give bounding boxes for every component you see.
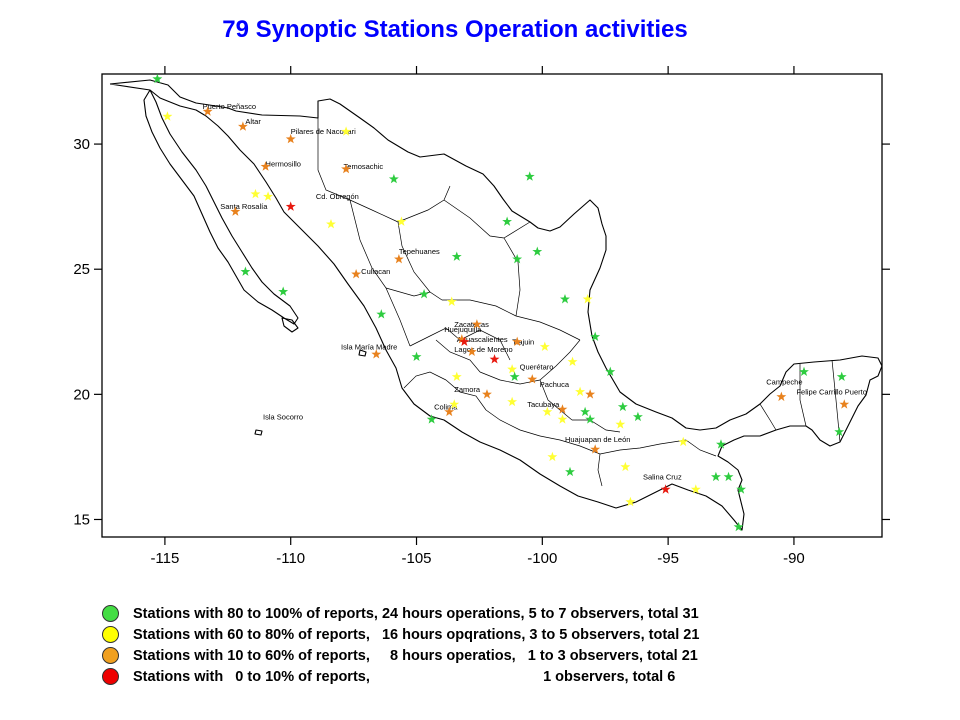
- x-tick-label: -105: [402, 550, 432, 567]
- y-tick-label: 25: [73, 261, 90, 278]
- station-star-orange-icon: [482, 389, 492, 399]
- station-star-yellow-icon: [396, 216, 407, 226]
- y-tick-label: 30: [73, 136, 90, 153]
- station-star-green-icon: [723, 471, 734, 482]
- x-tick-label: -90: [783, 550, 805, 567]
- place-label: Altar: [245, 117, 261, 126]
- station-star-green-icon: [633, 411, 643, 422]
- place-label: Pachuca: [540, 380, 570, 389]
- station-star-green-icon: [711, 471, 721, 482]
- station-star-green-icon: [836, 371, 847, 381]
- y-axis-tick-labels: 30 25 20 15: [73, 136, 90, 528]
- place-label: Lagos de Moreno: [454, 345, 512, 354]
- station-star-green-icon: [509, 371, 520, 381]
- station-star-yellow-icon: [615, 419, 626, 429]
- place-label: Culiacan: [361, 267, 390, 276]
- place-label: Temosachic: [344, 162, 384, 171]
- place-label: Tacubaya: [527, 400, 560, 409]
- station-star-green-icon: [426, 414, 437, 424]
- y-tick-label: 20: [73, 386, 90, 403]
- station-star-yellow-icon: [575, 386, 585, 397]
- station-star-green-icon: [560, 294, 570, 304]
- station-star-red-icon: [285, 201, 296, 211]
- station-star-green-icon: [388, 173, 399, 184]
- legend: Stations with 80 to 100% of reports, 24 …: [102, 603, 699, 687]
- station-star-green-icon: [512, 254, 523, 264]
- station-star-yellow-icon: [446, 296, 457, 306]
- place-label: Campeche: [766, 377, 802, 386]
- place-label: Santa Rosalía: [220, 202, 268, 211]
- legend-label: Stations with 60 to 80% of reports, 16 h…: [133, 626, 700, 643]
- station-star-green-icon: [278, 286, 289, 296]
- legend-item-red: Stations with 0 to 10% of reports, 1 obs…: [102, 666, 699, 687]
- state-boundaries: [317, 118, 841, 487]
- legend-item-orange: Stations with 10 to 60% of reports, 8 ho…: [102, 645, 699, 666]
- x-tick-label: -110: [276, 550, 305, 567]
- mexico-outline: [109, 79, 883, 531]
- station-star-green-icon: [376, 309, 387, 319]
- station-star-green-icon: [565, 466, 575, 477]
- place-label: Huajuapan de León: [565, 435, 630, 444]
- station-star-orange-icon: [839, 399, 850, 409]
- place-label: Isla María Madre: [341, 342, 397, 351]
- x-tick-label: -100: [527, 550, 557, 567]
- axis-ticks: [94, 66, 890, 545]
- station-star-green-icon: [451, 251, 462, 261]
- station-star-red-icon: [489, 354, 500, 364]
- place-label: Isla Socorro: [263, 412, 303, 421]
- station-star-yellow-icon: [507, 364, 518, 374]
- station-star-yellow-icon: [582, 294, 593, 304]
- station-star-yellow-icon: [326, 219, 336, 229]
- legend-red-dot-icon: [102, 668, 119, 685]
- station-star-yellow-icon: [451, 371, 462, 381]
- legend-orange-dot-icon: [102, 647, 119, 664]
- place-label: Puerto Peñasco: [203, 102, 256, 111]
- station-star-green-icon: [532, 246, 543, 256]
- station-star-green-icon: [524, 171, 535, 181]
- station-star-yellow-icon: [567, 356, 578, 366]
- station-star-yellow-icon: [263, 191, 273, 201]
- station-star-orange-icon: [585, 389, 596, 399]
- station-star-yellow-icon: [620, 461, 631, 472]
- x-tick-label: -95: [657, 550, 679, 567]
- legend-label: Stations with 10 to 60% of reports, 8 ho…: [133, 647, 698, 664]
- place-label: Salina Cruz: [643, 472, 682, 481]
- station-star-orange-icon: [351, 269, 362, 279]
- station-star-yellow-icon: [557, 414, 568, 424]
- place-label: Zamora: [454, 385, 481, 394]
- station-star-green-icon: [502, 216, 512, 226]
- station-star-green-icon: [736, 484, 746, 494]
- legend-item-green: Stations with 80 to 100% of reports, 24 …: [102, 603, 699, 624]
- x-axis-tick-labels: -115 -110 -105 -100 -95 -90: [150, 550, 804, 567]
- station-markers: [152, 73, 850, 532]
- station-star-yellow-icon: [162, 111, 173, 121]
- station-star-green-icon: [419, 289, 429, 299]
- map-frame: [101, 73, 883, 538]
- station-star-yellow-icon: [547, 451, 558, 462]
- place-label: Querétaro: [520, 362, 554, 371]
- station-star-yellow-icon: [539, 341, 550, 351]
- legend-label: Stations with 0 to 10% of reports, 1 obs…: [133, 668, 676, 685]
- station-star-yellow-icon: [507, 396, 518, 407]
- place-label: Cd. Obregón: [316, 192, 359, 201]
- station-star-green-icon: [799, 366, 809, 376]
- legend-green-dot-icon: [102, 605, 119, 622]
- station-star-green-icon: [580, 406, 590, 417]
- y-tick-label: 15: [73, 511, 90, 528]
- place-labels: Puerto PeñascoAltarPilares de NacozariHe…: [203, 102, 867, 481]
- station-star-green-icon: [411, 351, 422, 361]
- station-star-green-icon: [617, 401, 628, 412]
- legend-item-yellow: Stations with 60 to 80% of reports, 16 h…: [102, 624, 699, 645]
- station-star-yellow-icon: [250, 188, 261, 199]
- legend-label: Stations with 80 to 100% of reports, 24 …: [133, 605, 699, 622]
- station-star-green-icon: [240, 266, 251, 276]
- place-label: Felipe Carrillo Puerto: [796, 387, 866, 396]
- x-tick-label: -115: [150, 550, 179, 567]
- station-star-yellow-icon: [678, 436, 689, 447]
- place-label: Hermosillo: [266, 160, 301, 169]
- legend-yellow-dot-icon: [102, 626, 119, 643]
- place-label: Tepehuanes: [399, 247, 440, 256]
- station-star-orange-icon: [776, 391, 787, 402]
